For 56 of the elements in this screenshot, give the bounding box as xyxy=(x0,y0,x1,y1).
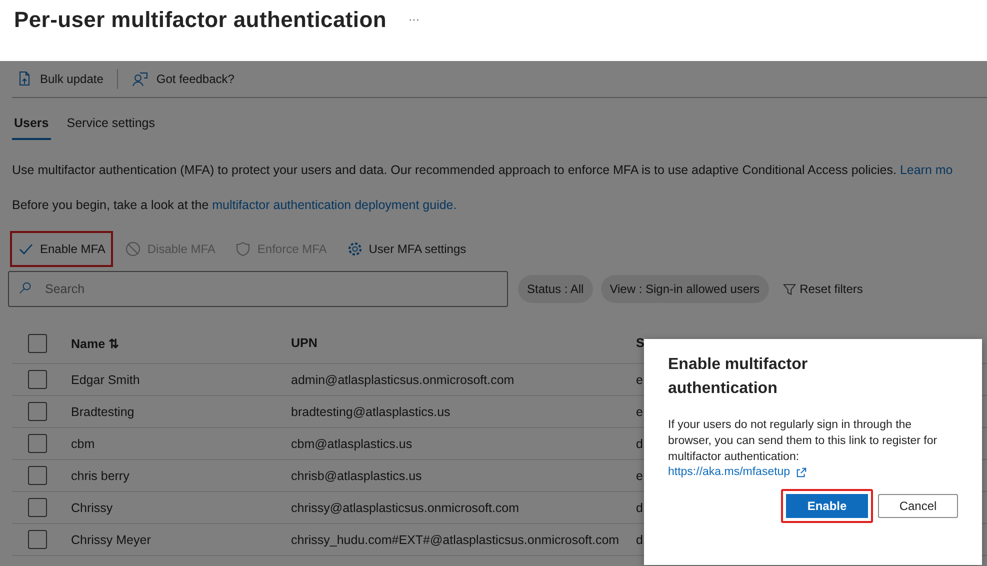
blocked-icon xyxy=(125,241,142,257)
settings-icon xyxy=(346,241,363,257)
table-cell: e xyxy=(636,372,644,386)
select-all-checkbox[interactable] xyxy=(28,334,47,352)
guide-text: Before you begin, take a look at the multifactor authentication deployment guide. xyxy=(12,197,458,213)
table-cell: d xyxy=(636,436,644,450)
table-cell-text: cbm xyxy=(71,436,96,450)
mfa-setup-link[interactable]: https://aka.ms/mfasetup xyxy=(668,466,790,478)
table-cell-text: cbm@atlasplastics.us xyxy=(291,436,414,450)
tab[interactable]: Users xyxy=(12,112,51,140)
table-cell: d xyxy=(636,500,644,514)
external-link-icon xyxy=(796,466,808,478)
row-checkbox[interactable] xyxy=(28,466,47,485)
command-button[interactable]: User MFA settings xyxy=(338,231,474,267)
row-checkbox[interactable] xyxy=(28,498,47,517)
row-checkbox[interactable] xyxy=(28,370,47,389)
column-header[interactable]: S xyxy=(636,336,644,350)
dialog-title: Enable multifactor authentication xyxy=(668,355,809,399)
table-cell-text: chrissy@atlasplasticsus.onmicrosoft.com xyxy=(291,500,520,514)
table-cell: e xyxy=(636,404,644,418)
table-cell-text: admin@atlasplasticsus.onmicrosoft.com xyxy=(291,372,516,386)
table-cell-text: chrisb@atlasplastics.us xyxy=(291,468,423,482)
table-cell-text: Chrissy Meyer xyxy=(71,532,152,546)
filter-pill[interactable]: Status : All xyxy=(518,275,593,303)
dialog-button[interactable]: Enable xyxy=(781,489,873,523)
table-cell-text: Bradtesting xyxy=(71,404,136,418)
more-options-button[interactable]: ··· xyxy=(408,6,420,34)
table-cell-text: chrissy_hudu.com#EXT#@atlasplasticsus.onmicrosoft.com xyxy=(291,532,620,546)
table-cell-text: chris berry xyxy=(71,468,130,482)
page-title: Per-user multifactor authentication xyxy=(14,6,387,34)
description-text: Use multifactor authentication (MFA) to protect your users and data. Our recommended approach to enforce MFA is to use adaptive Conditional Access policies. Learn mo xyxy=(12,162,954,178)
table-cell-text: Edgar Smith xyxy=(71,372,141,386)
column-header[interactable]: UPN xyxy=(291,336,636,350)
reset-filters-button[interactable]: Reset filters xyxy=(776,281,869,297)
command-button[interactable]: Enable MFA xyxy=(10,231,114,267)
filter-pill[interactable]: View : Sign-in allowed users xyxy=(600,275,769,303)
deployment-guide-link[interactable]: multifactor authentication deployment guide. xyxy=(212,198,457,212)
table-cell-text: Chrissy xyxy=(71,500,114,514)
filter-icon xyxy=(782,282,796,296)
toolbar-button[interactable]: Got feedback? xyxy=(128,67,238,91)
column-header[interactable]: Name ⇅ xyxy=(71,336,291,350)
toolbar-button[interactable]: Bulk update xyxy=(12,67,108,91)
table-cell: e xyxy=(636,468,644,482)
search-icon xyxy=(18,281,32,295)
table-cell: d xyxy=(636,532,644,546)
dialog-button[interactable]: Cancel xyxy=(878,494,958,518)
row-checkbox[interactable] xyxy=(28,434,47,453)
table-cell-text: bradtesting@atlasplastics.us xyxy=(291,404,452,418)
learn-more-link[interactable]: Learn mo xyxy=(900,163,953,177)
person-feedback-icon xyxy=(132,71,148,87)
row-checkbox[interactable] xyxy=(28,530,47,549)
search-field[interactable]: Search xyxy=(8,271,508,307)
dialog-text: If your users do not regularly sign in through the browser, you can send them to this link to register for multifactor authentication: xyxy=(668,418,938,465)
tab[interactable]: Service settings xyxy=(64,112,157,140)
row-checkbox[interactable] xyxy=(28,402,47,421)
shield-icon xyxy=(235,241,252,257)
